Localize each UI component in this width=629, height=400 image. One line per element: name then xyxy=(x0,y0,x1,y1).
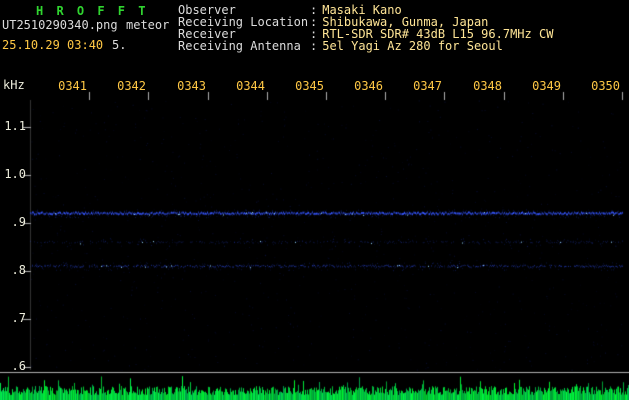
datetime-label: 25.10.29 03:40 xyxy=(2,38,104,52)
info-value: 5el Yagi Az 280 for Seoul xyxy=(322,39,503,53)
hrofft-window: H R O F F T UT2510290340.png meteor 25.1… xyxy=(0,0,629,400)
time-label: 0341 xyxy=(58,79,87,93)
freq-label: .8 xyxy=(11,263,26,277)
freq-label: .9 xyxy=(11,215,26,229)
time-label: 0347 xyxy=(413,79,442,93)
time-label: 0350 xyxy=(591,79,620,93)
time-label: 0342 xyxy=(117,79,146,93)
freq-label: .6 xyxy=(11,359,26,373)
info-row-antenna: Receiving Antenna:5el Yagi Az 280 for Se… xyxy=(178,40,503,53)
app-title: H R O F F T xyxy=(36,4,149,18)
freq-label: 1.1 xyxy=(4,119,26,133)
freq-label: 1.0 xyxy=(4,167,26,181)
counter-label: 5. xyxy=(112,38,127,52)
time-label: 0343 xyxy=(177,79,206,93)
time-label: 0346 xyxy=(354,79,383,93)
time-label: 0345 xyxy=(295,79,324,93)
time-label: 0349 xyxy=(532,79,561,93)
time-label: 0348 xyxy=(473,79,502,93)
filename-label: UT2510290340.png xyxy=(2,18,118,32)
time-label: 0344 xyxy=(236,79,265,93)
info-label: Receiving Antenna xyxy=(178,39,301,53)
spectrogram-canvas xyxy=(0,72,629,400)
info-separator: : xyxy=(310,39,318,53)
freq-axis-unit: kHz xyxy=(3,78,25,92)
mode-label: meteor xyxy=(126,18,170,32)
freq-label: .7 xyxy=(11,311,26,325)
